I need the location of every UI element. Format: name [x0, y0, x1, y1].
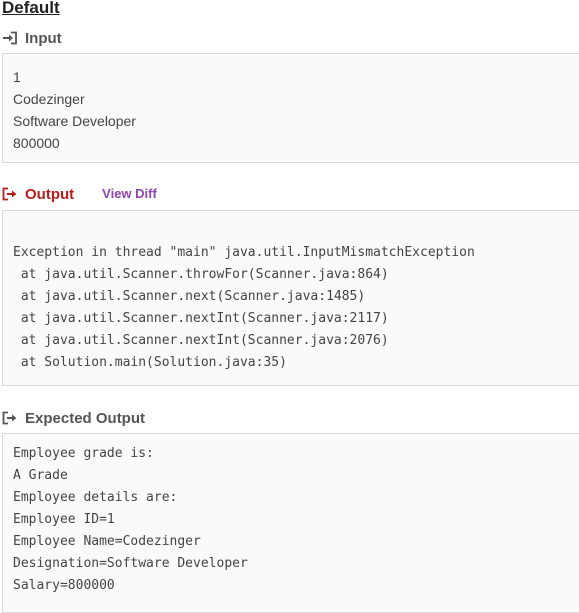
expected-line: Employee grade is: [13, 446, 154, 461]
input-line: Codezinger [13, 91, 85, 107]
sign-in-icon [2, 31, 18, 45]
output-section-header: Output View Diff [2, 184, 157, 204]
input-line: 1 [13, 69, 21, 85]
output-line: Exception in thread "main" java.util.Inp… [13, 245, 475, 260]
expected-panel: Employee grade is: A Grade Employee deta… [2, 433, 579, 613]
expected-line: Salary=800000 [13, 578, 115, 593]
expected-section-header: Expected Output [2, 408, 145, 428]
page-title: Default [2, 0, 60, 17]
output-label: Output [25, 185, 75, 203]
view-diff-link[interactable]: View Diff [102, 186, 157, 201]
input-panel: 1 Codezinger Software Developer 800000 [2, 53, 579, 163]
sign-out-icon [2, 187, 18, 201]
sign-out-icon [2, 411, 18, 425]
input-line: 800000 [13, 135, 60, 151]
input-line: Software Developer [13, 113, 136, 129]
input-section-header: Input [2, 28, 62, 48]
expected-line: Employee ID=1 [13, 512, 115, 527]
expected-line: Employee Name=Codezinger [13, 534, 201, 549]
output-line: at java.util.Scanner.throwFor(Scanner.ja… [13, 267, 389, 282]
expected-line: Employee details are: [13, 490, 178, 505]
expected-line: Designation=Software Developer [13, 556, 248, 571]
output-line: at Solution.main(Solution.java:35) [13, 355, 287, 370]
input-label: Input [25, 29, 62, 47]
expected-line: A Grade [13, 468, 68, 483]
expected-label: Expected Output [25, 409, 146, 427]
output-line: at java.util.Scanner.nextInt(Scanner.jav… [13, 311, 389, 326]
output-panel: Exception in thread "main" java.util.Inp… [2, 210, 579, 386]
output-line: at java.util.Scanner.next(Scanner.java:1… [13, 289, 366, 304]
output-line: at java.util.Scanner.nextInt(Scanner.jav… [13, 333, 389, 348]
